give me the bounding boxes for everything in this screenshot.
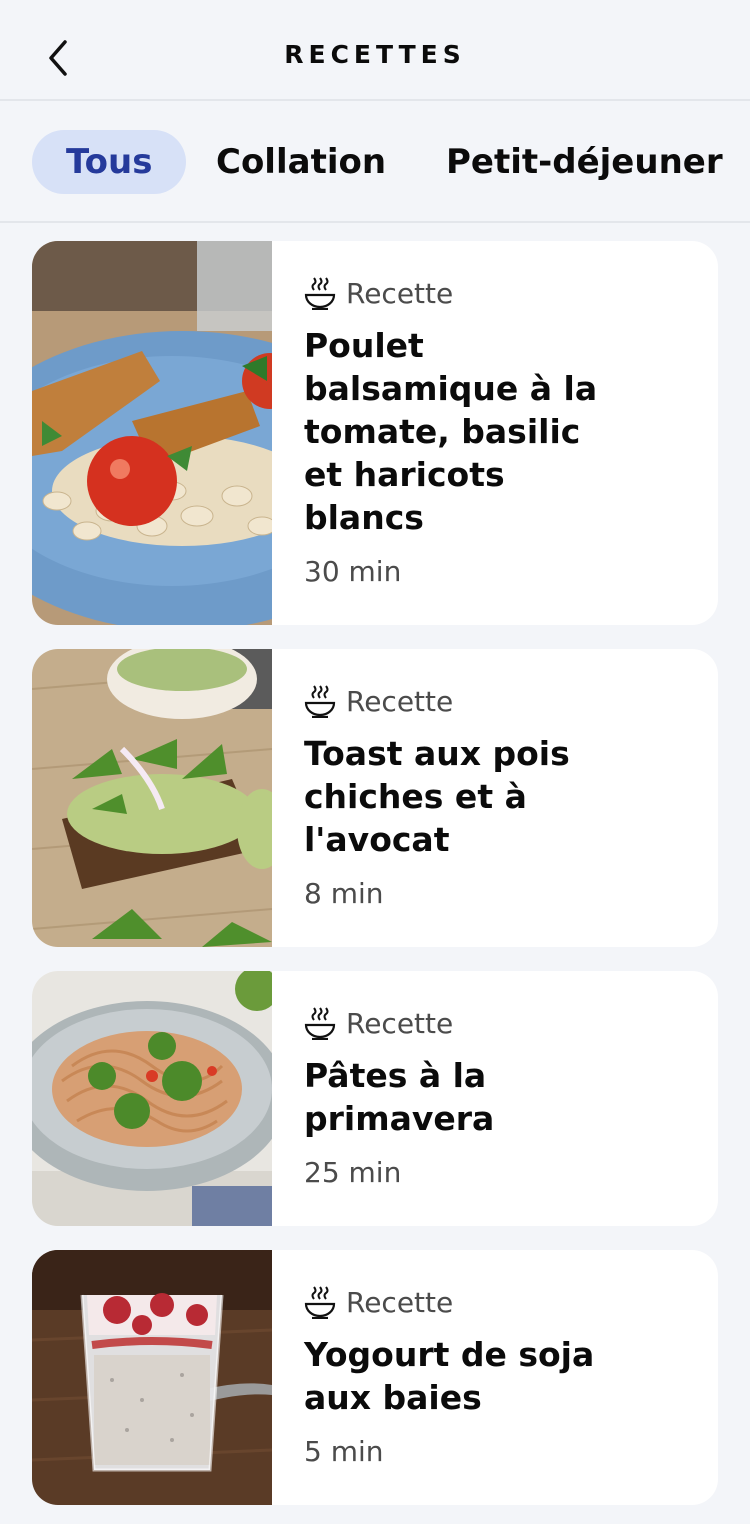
recipe-type: Recette xyxy=(304,1006,698,1040)
recipe-title: Yogourt de soja aux baies xyxy=(304,1335,595,1417)
top-bar: RECETTES xyxy=(0,0,750,101)
recipe-duration: 30 min xyxy=(304,555,402,588)
recipe-duration: 8 min xyxy=(304,877,384,910)
recipe-title: Poulet balsamique à la tomate, basilic e… xyxy=(304,326,598,537)
recipe-type: Recette xyxy=(304,276,698,310)
category-tabs: Tous Collation Petit-déjeuner xyxy=(0,101,750,223)
bowl-icon xyxy=(304,1286,336,1319)
recipe-type-label: Recette xyxy=(346,276,454,310)
recipe-type-label: Recette xyxy=(346,1006,454,1040)
tab-petit-dejeuner[interactable]: Petit-déjeuner xyxy=(412,130,750,194)
recipe-type-label: Recette xyxy=(346,1285,454,1319)
recipe-type: Recette xyxy=(304,684,698,718)
recipe-image xyxy=(32,971,272,1226)
recipe-type-label: Recette xyxy=(346,684,454,718)
recipe-title: Pâtes à la primavera xyxy=(304,1056,495,1138)
recipe-card[interactable]: Recette Pâtes à la primavera 25 min xyxy=(32,971,718,1226)
recipe-card[interactable]: Recette Yogourt de soja aux baies 5 min xyxy=(32,1250,718,1505)
recipe-duration: 25 min xyxy=(304,1156,402,1189)
recipe-card[interactable]: Recette Poulet balsamique à la tomate, b… xyxy=(32,241,718,625)
recipe-duration: 5 min xyxy=(304,1435,384,1468)
recipe-image xyxy=(32,241,272,625)
bowl-icon xyxy=(304,1007,336,1040)
recipe-title: Toast aux pois chiches et à l'avocat xyxy=(304,734,570,859)
bowl-icon xyxy=(304,277,336,310)
page-title: RECETTES xyxy=(284,40,466,69)
tab-tous[interactable]: Tous xyxy=(32,130,187,194)
bowl-icon xyxy=(304,685,336,718)
tab-collation[interactable]: Collation xyxy=(182,130,420,194)
recipe-card[interactable]: Recette Toast aux pois chiches et à l'av… xyxy=(32,649,718,947)
recipe-image xyxy=(32,1250,272,1505)
recipe-image xyxy=(32,649,272,947)
recipe-type: Recette xyxy=(304,1285,698,1319)
